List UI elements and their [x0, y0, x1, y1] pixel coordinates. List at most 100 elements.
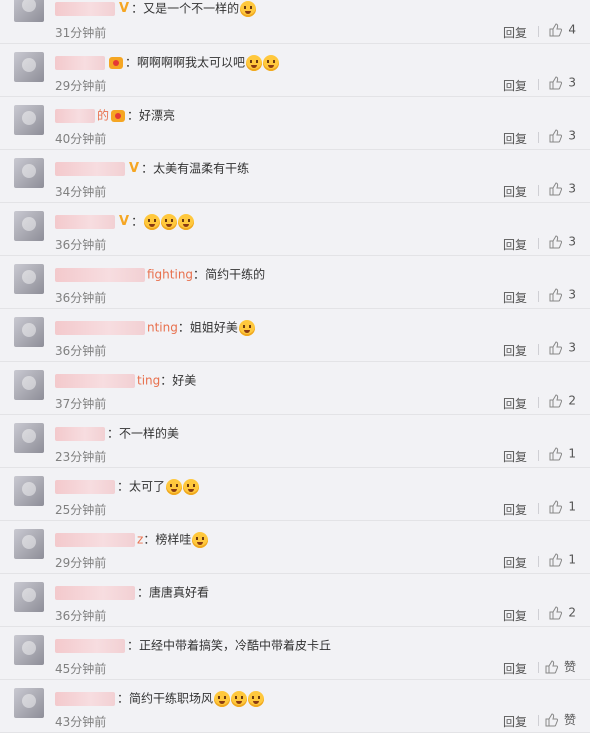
reply-button[interactable]: 回复 — [503, 448, 527, 465]
comment-row: ：啊啊啊啊我太可以吧 29分钟前 回复 3 — [0, 44, 590, 97]
avatar[interactable] — [14, 211, 44, 241]
thumbs-up-icon — [544, 712, 564, 727]
reply-button[interactable]: 回复 — [503, 183, 527, 200]
like-count: 1 — [568, 446, 576, 461]
reply-button[interactable]: 回复 — [503, 77, 527, 94]
colon: ： — [137, 585, 150, 600]
username-blurred[interactable] — [55, 1, 115, 16]
username-text[interactable]: nting — [147, 321, 178, 335]
divider — [538, 397, 539, 408]
comment-time: 37分钟前 — [55, 397, 107, 411]
like-count: 3 — [568, 75, 576, 90]
comment-text: 啊啊啊啊我太可以吧 — [137, 55, 246, 70]
comment-text: 唐唐真好看 — [149, 585, 210, 600]
like-button[interactable]: 2 — [548, 393, 576, 408]
thumbs-up-icon — [548, 287, 568, 302]
reply-button[interactable]: 回复 — [503, 236, 527, 253]
avatar[interactable] — [14, 105, 44, 135]
like-button[interactable]: 3 — [548, 128, 576, 143]
emoji-icon — [246, 54, 263, 71]
like-button[interactable]: 1 — [548, 499, 576, 514]
username-blurred[interactable] — [55, 267, 145, 282]
reply-button[interactable]: 回复 — [503, 501, 527, 518]
comment-row: V ：又是一个不一样的 31分钟前 回复 4 — [0, 0, 590, 44]
username-blurred[interactable] — [55, 214, 115, 229]
like-button[interactable]: 赞 — [544, 658, 576, 675]
like-button[interactable]: 1 — [548, 552, 576, 567]
username-blurred[interactable] — [55, 479, 115, 494]
avatar[interactable] — [14, 688, 44, 718]
username-blurred[interactable] — [55, 585, 135, 600]
divider — [538, 185, 539, 196]
divider — [538, 132, 539, 143]
username-blurred[interactable] — [55, 426, 105, 441]
like-button[interactable]: 3 — [548, 287, 576, 302]
emoji-icon — [238, 319, 255, 336]
avatar[interactable] — [14, 582, 44, 612]
reply-button[interactable]: 回复 — [503, 24, 527, 41]
avatar[interactable] — [14, 476, 44, 506]
reply-button[interactable]: 回复 — [503, 607, 527, 624]
comment-row: ：简约干练职场风 43分钟前 回复 赞 — [0, 680, 590, 733]
username-blurred[interactable] — [55, 691, 115, 706]
avatar[interactable] — [14, 370, 44, 400]
username-blurred[interactable] — [55, 638, 125, 653]
avatar[interactable] — [14, 529, 44, 559]
avatar[interactable] — [14, 264, 44, 294]
username-blurred[interactable] — [55, 55, 105, 70]
like-count: 2 — [568, 605, 576, 620]
avatar[interactable] — [14, 423, 44, 453]
avatar[interactable] — [14, 52, 44, 82]
comment-time: 36分钟前 — [55, 238, 107, 252]
emoji-icon — [178, 213, 195, 230]
username-blurred[interactable] — [55, 108, 95, 123]
divider — [538, 238, 539, 249]
avatar[interactable] — [14, 317, 44, 347]
colon: ： — [127, 638, 140, 653]
like-button[interactable]: 2 — [548, 605, 576, 620]
comment-row: fighting：简约干练的 36分钟前 回复 3 — [0, 256, 590, 309]
username-blurred[interactable] — [55, 161, 125, 176]
username-text[interactable]: ting — [137, 374, 160, 388]
like-button[interactable]: 3 — [548, 75, 576, 90]
comment-row: V： 36分钟前 回复 3 — [0, 203, 590, 256]
comment-time: 43分钟前 — [55, 715, 107, 729]
colon: ： — [125, 55, 138, 70]
username-text[interactable]: 的 — [97, 109, 109, 123]
comment-time: 40分钟前 — [55, 132, 107, 146]
like-button[interactable]: 1 — [548, 446, 576, 461]
username-blurred[interactable] — [55, 320, 145, 335]
reply-button[interactable]: 回复 — [503, 554, 527, 571]
emoji-icon — [166, 478, 183, 495]
like-button[interactable]: 赞 — [544, 711, 576, 728]
comment-time: 34分钟前 — [55, 185, 107, 199]
avatar[interactable] — [14, 158, 44, 188]
comment-row: 的 ：好漂亮 40分钟前 回复 3 — [0, 97, 590, 150]
like-button[interactable]: 4 — [548, 22, 576, 37]
username-blurred[interactable] — [55, 373, 135, 388]
reply-button[interactable]: 回复 — [503, 289, 527, 306]
reply-button[interactable]: 回复 — [503, 713, 527, 730]
username-blurred[interactable] — [55, 532, 135, 547]
comment-content: ：唐唐真好看 — [55, 584, 570, 601]
reply-button[interactable]: 回复 — [503, 660, 527, 677]
avatar[interactable] — [14, 635, 44, 665]
like-button[interactable]: 3 — [548, 340, 576, 355]
reply-button[interactable]: 回复 — [503, 342, 527, 359]
like-button[interactable]: 3 — [548, 181, 576, 196]
comment-time: 36分钟前 — [55, 609, 107, 623]
verified-v-icon: V — [119, 213, 130, 229]
like-count: 1 — [568, 552, 576, 567]
reply-button[interactable]: 回复 — [503, 395, 527, 412]
avatar[interactable] — [14, 0, 44, 22]
comment-time: 31分钟前 — [55, 26, 107, 40]
reply-button[interactable]: 回复 — [503, 130, 527, 147]
colon: ： — [117, 691, 130, 706]
like-count: 4 — [568, 22, 576, 37]
comment-text: 太可了 — [129, 479, 166, 494]
like-button[interactable]: 3 — [548, 234, 576, 249]
comment-text: 榜样哇 — [155, 532, 192, 547]
emoji-icon — [192, 531, 209, 548]
username-text[interactable]: fighting — [147, 268, 193, 282]
divider — [538, 556, 539, 567]
